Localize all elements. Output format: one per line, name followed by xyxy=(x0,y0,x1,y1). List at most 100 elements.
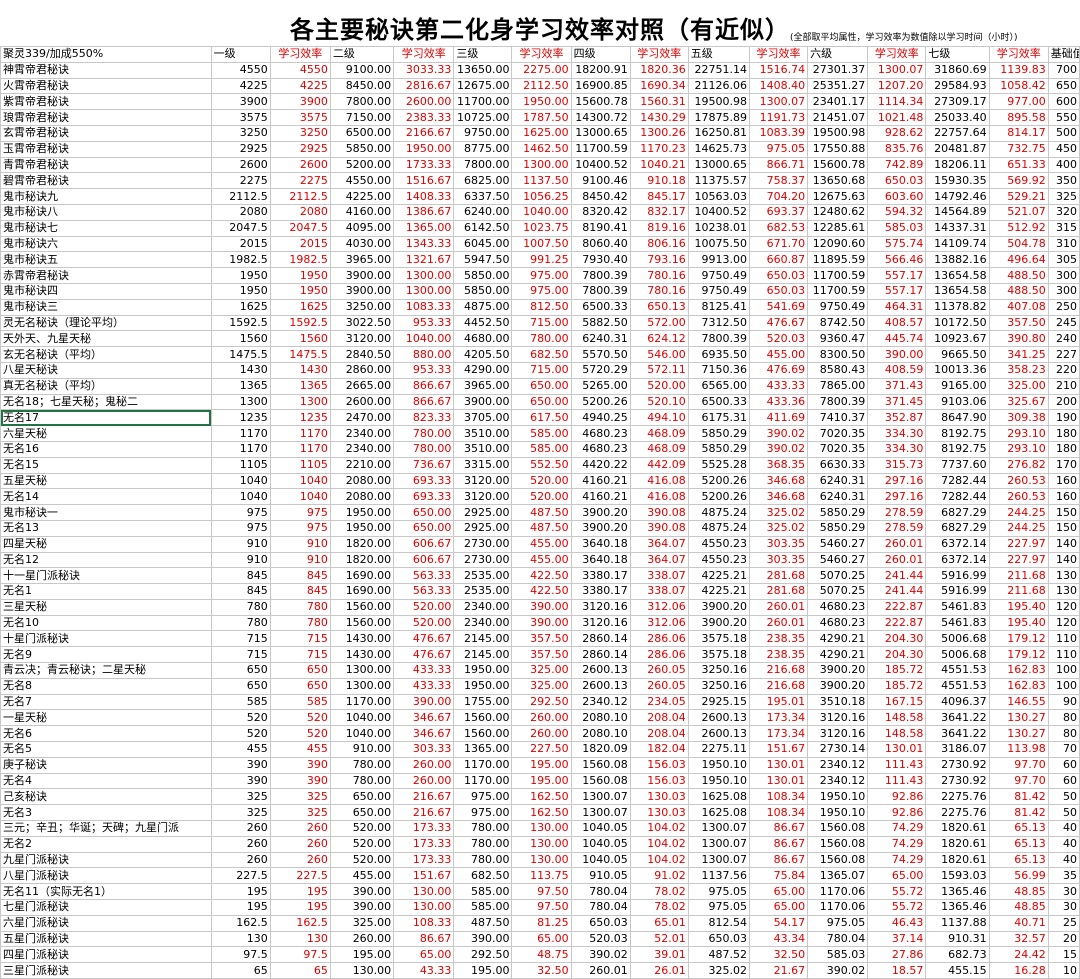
value-cell[interactable]: 1083.33 xyxy=(393,298,455,316)
value-cell[interactable]: 32.57 xyxy=(988,930,1049,948)
value-cell[interactable]: 866.67 xyxy=(393,393,455,411)
value-cell[interactable]: 1300.00 xyxy=(329,662,395,679)
value-cell[interactable]: 10075.50 xyxy=(687,235,751,253)
value-cell[interactable]: 276.82 xyxy=(988,456,1049,474)
value-cell[interactable]: 2600.13 xyxy=(687,709,751,727)
value-cell[interactable]: 1625.08 xyxy=(687,804,751,822)
value-cell[interactable]: 130 xyxy=(1047,567,1080,585)
value-cell[interactable]: 3900.00 xyxy=(329,267,395,284)
value-cell[interactable]: 496.64 xyxy=(988,251,1049,269)
value-cell[interactable]: 780.16 xyxy=(629,282,689,300)
value-cell[interactable]: 78.02 xyxy=(629,899,689,916)
value-cell[interactable]: 14300.72 xyxy=(570,109,631,126)
value-cell[interactable]: 780.00 xyxy=(511,330,572,348)
value-cell[interactable]: 7930.40 xyxy=(570,251,631,269)
value-cell[interactable]: 2840.50 xyxy=(329,346,395,363)
value-cell[interactable]: 1787.50 xyxy=(511,109,572,126)
value-cell[interactable]: 1755.00 xyxy=(453,693,513,711)
value-cell[interactable]: 2340.00 xyxy=(329,440,395,458)
value-cell[interactable]: 40 xyxy=(1047,820,1080,837)
value-cell[interactable]: 104.02 xyxy=(629,820,689,837)
row-name-cell[interactable]: 无名8 xyxy=(0,677,212,695)
row-name-cell[interactable]: 无名16 xyxy=(0,440,212,458)
value-cell[interactable]: 162.83 xyxy=(988,677,1049,695)
value-cell[interactable]: 1950.00 xyxy=(329,519,395,537)
value-cell[interactable]: 2015 xyxy=(210,235,271,253)
value-cell[interactable]: 260 xyxy=(210,835,271,853)
value-cell[interactable]: 21126.06 xyxy=(687,77,751,95)
value-cell[interactable]: 260 xyxy=(210,851,271,869)
value-cell[interactable]: 563.33 xyxy=(393,567,455,585)
value-cell[interactable]: 4550.23 xyxy=(687,551,751,569)
value-cell[interactable]: 910.00 xyxy=(329,741,395,758)
value-cell[interactable]: 346.67 xyxy=(393,709,455,727)
value-cell[interactable]: 7282.44 xyxy=(925,488,990,506)
value-cell[interactable]: 606.67 xyxy=(393,535,455,553)
value-cell[interactable]: 390.00 xyxy=(329,899,395,916)
value-cell[interactable]: 1592.5 xyxy=(210,314,271,332)
value-cell[interactable]: 9100.00 xyxy=(329,61,395,79)
value-cell[interactable]: 65.00 xyxy=(393,946,455,964)
row-name-cell[interactable]: 五星天秘 xyxy=(0,472,212,490)
value-cell[interactable]: 7312.50 xyxy=(687,314,751,332)
value-cell[interactable]: 303.33 xyxy=(393,741,455,758)
value-cell[interactable]: 14625.73 xyxy=(687,140,751,158)
value-cell[interactable]: 895.58 xyxy=(988,109,1049,126)
value-cell[interactable]: 2600 xyxy=(269,156,331,174)
value-cell[interactable]: 1105 xyxy=(269,456,331,474)
value-cell[interactable]: 180 xyxy=(1047,425,1080,442)
value-cell[interactable]: 240 xyxy=(1047,330,1080,348)
value-cell[interactable]: 408.57 xyxy=(867,314,927,332)
value-cell[interactable]: 1475.5 xyxy=(210,346,271,363)
value-cell[interactable]: 512.92 xyxy=(988,219,1049,237)
value-cell[interactable]: 3900.20 xyxy=(807,677,869,695)
value-cell[interactable]: 357.50 xyxy=(988,314,1049,332)
value-cell[interactable]: 5850.00 xyxy=(453,282,513,300)
value-cell[interactable]: 2925.00 xyxy=(453,519,513,537)
value-cell[interactable]: 140 xyxy=(1047,535,1080,553)
value-cell[interactable]: 210 xyxy=(1047,377,1080,395)
value-cell[interactable]: 113.98 xyxy=(988,741,1049,758)
value-cell[interactable]: 780.00 xyxy=(329,756,395,774)
row-name-cell[interactable]: 无名18；七星天秘；鬼秘二 xyxy=(0,393,212,411)
value-cell[interactable]: 6935.50 xyxy=(687,346,751,363)
value-cell[interactable]: 3575 xyxy=(210,109,271,126)
value-cell[interactable]: 260.01 xyxy=(748,598,809,616)
value-cell[interactable]: 286.06 xyxy=(629,646,689,664)
row-name-cell[interactable]: 三星天秘 xyxy=(0,598,212,616)
value-cell[interactable]: 371.43 xyxy=(867,377,927,395)
value-cell[interactable]: 81.42 xyxy=(988,788,1049,806)
value-cell[interactable]: 2600.13 xyxy=(570,677,631,695)
value-cell[interactable]: 464.31 xyxy=(867,298,927,316)
value-cell[interactable]: 74.29 xyxy=(867,851,927,869)
value-cell[interactable]: 7020.35 xyxy=(807,440,869,458)
value-cell[interactable]: 368.35 xyxy=(748,456,809,474)
value-cell[interactable]: 3575 xyxy=(269,109,331,126)
value-cell[interactable]: 167.15 xyxy=(867,693,927,711)
value-cell[interactable]: 1300.07 xyxy=(570,804,631,822)
value-cell[interactable]: 408.59 xyxy=(867,361,927,379)
value-cell[interactable]: 173.33 xyxy=(393,820,455,837)
value-cell[interactable]: 227.5 xyxy=(269,867,331,885)
row-name-cell[interactable]: 三元；辛丑；华诞；天碑；九星门派 xyxy=(0,820,212,837)
value-cell[interactable]: 2860.14 xyxy=(570,630,631,648)
value-cell[interactable]: 1560.00 xyxy=(329,598,395,616)
value-cell[interactable]: 346.68 xyxy=(748,488,809,506)
value-cell[interactable]: 13000.65 xyxy=(570,124,631,142)
value-cell[interactable]: 40 xyxy=(1047,835,1080,853)
value-cell[interactable]: 450 xyxy=(1047,140,1080,158)
value-cell[interactable]: 90 xyxy=(1047,693,1080,711)
value-cell[interactable]: 238.35 xyxy=(748,646,809,664)
value-cell[interactable]: 9750.00 xyxy=(453,124,513,142)
value-cell[interactable]: 7800.39 xyxy=(570,267,631,284)
value-cell[interactable]: 260.01 xyxy=(748,614,809,632)
value-cell[interactable]: 130 xyxy=(1047,583,1080,600)
value-cell[interactable]: 4225 xyxy=(210,77,271,95)
value-cell[interactable]: 14792.46 xyxy=(925,188,990,205)
value-cell[interactable]: 529.21 xyxy=(988,188,1049,205)
value-cell[interactable]: 5200.26 xyxy=(687,488,751,506)
value-cell[interactable]: 866.67 xyxy=(393,377,455,395)
value-cell[interactable]: 780.00 xyxy=(453,820,513,837)
value-cell[interactable]: 1139.83 xyxy=(988,61,1049,79)
value-cell[interactable]: 2600.00 xyxy=(329,393,395,411)
